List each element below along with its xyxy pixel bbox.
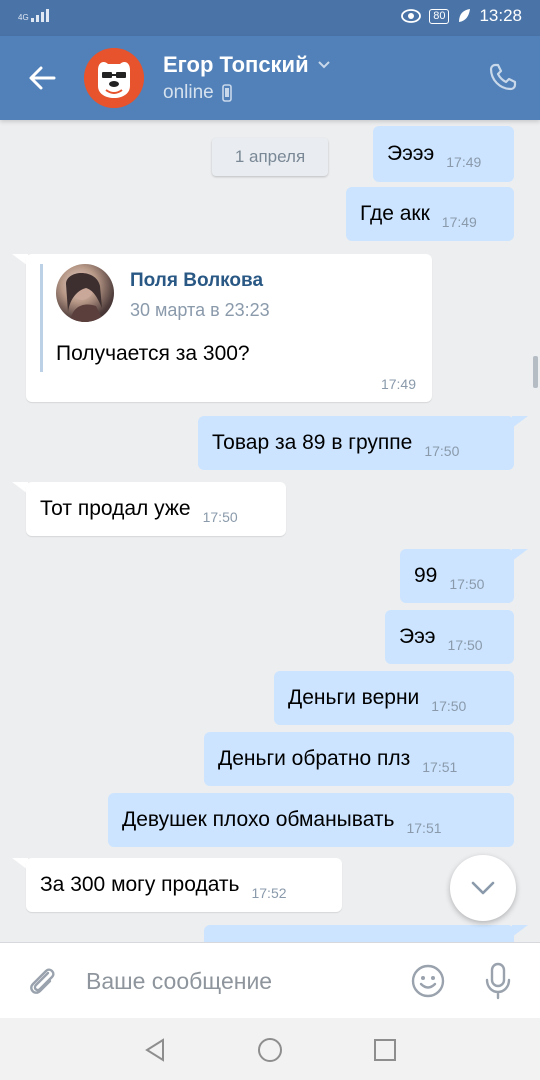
outgoing-message[interactable]: Товар за 89 в группе 17:50 bbox=[198, 416, 514, 470]
message-text: Ээээ bbox=[387, 142, 435, 165]
message-text: За 300 могу продать bbox=[40, 873, 240, 896]
message-text: 99 bbox=[414, 564, 438, 587]
nav-home-button[interactable] bbox=[255, 1035, 285, 1065]
nav-recents-button[interactable] bbox=[370, 1035, 400, 1065]
date-divider: 1 апреля bbox=[212, 138, 328, 176]
message-time: 17:50 bbox=[431, 698, 467, 714]
battery-icon: 80 bbox=[429, 8, 450, 24]
forwarded-text: Получается за 300? bbox=[56, 342, 250, 365]
message-list[interactable]: 1 апреля Ээээ 17:49 Где акк 17:49 Поля В… bbox=[0, 120, 540, 942]
paperclip-icon[interactable] bbox=[24, 963, 60, 999]
network-indicator: 4G bbox=[18, 8, 49, 22]
message-text: Товар за 89 в группе bbox=[212, 431, 413, 454]
outgoing-message[interactable]: Где акк 17:49 bbox=[346, 187, 514, 241]
message-time: 17:50 bbox=[447, 637, 483, 653]
message-text: Эээ bbox=[399, 625, 436, 648]
emoji-icon[interactable] bbox=[410, 963, 446, 999]
contact-name-row[interactable]: Егор Топский bbox=[163, 52, 331, 78]
quote-bar bbox=[40, 264, 43, 372]
scrollbar[interactable] bbox=[533, 356, 538, 388]
message-text: Деньги верни bbox=[288, 686, 420, 709]
message-time: 17:50 bbox=[202, 509, 238, 525]
system-navigation-bar bbox=[0, 1018, 540, 1080]
outgoing-message[interactable]: 99 17:50 bbox=[400, 549, 514, 603]
incoming-message[interactable]: За 300 могу продать 17:52 bbox=[26, 858, 342, 912]
forwarded-date: 30 марта в 23:23 bbox=[130, 300, 270, 320]
bubble-tail bbox=[512, 925, 528, 937]
chevron-down-icon bbox=[471, 881, 495, 895]
triangle-back-icon bbox=[145, 1038, 164, 1062]
message-time: 17:49 bbox=[446, 154, 482, 170]
outgoing-message[interactable]: Девушек плохо обманывать 17:51 bbox=[108, 793, 514, 847]
forwarded-message[interactable]: Поля Волкова 30 марта в 23:23 Получается… bbox=[26, 254, 432, 402]
back-arrow-icon[interactable] bbox=[26, 62, 58, 94]
message-time: 17:50 bbox=[449, 576, 485, 592]
leaf-icon bbox=[459, 9, 471, 22]
incoming-message[interactable]: Тот продал уже 17:50 bbox=[26, 482, 286, 536]
eye-icon bbox=[401, 9, 422, 23]
outgoing-message-partial[interactable] bbox=[204, 925, 514, 942]
square-recents-icon bbox=[374, 1039, 396, 1061]
contact-name: Егор Топский bbox=[163, 52, 309, 77]
outgoing-message[interactable]: Деньги обратно плз 17:51 bbox=[204, 732, 514, 786]
mobile-phone-icon bbox=[221, 84, 232, 102]
chevron-down-icon bbox=[317, 61, 330, 69]
contact-status: online bbox=[163, 82, 232, 104]
signal-icon bbox=[30, 8, 49, 22]
phone-call-icon[interactable] bbox=[488, 62, 518, 92]
message-text: Где акк bbox=[360, 202, 430, 225]
message-time: 17:51 bbox=[406, 820, 442, 836]
forwarded-author-avatar[interactable] bbox=[56, 264, 114, 322]
status-bar: 4G 80 13:28 bbox=[0, 0, 540, 36]
message-time: 17:49 bbox=[380, 376, 416, 392]
message-text: Деньги обратно плз bbox=[218, 747, 411, 770]
message-text: Девушек плохо обманывать bbox=[122, 808, 395, 831]
message-time: 17:52 bbox=[251, 885, 287, 901]
scroll-to-bottom-button[interactable] bbox=[450, 855, 516, 921]
network-type: 4G bbox=[18, 13, 29, 22]
clock: 13:28 bbox=[479, 6, 522, 25]
bubble-tail bbox=[512, 416, 528, 428]
bulldog-avatar-icon bbox=[84, 48, 144, 108]
message-time: 17:51 bbox=[422, 759, 458, 775]
forwarded-author-name[interactable]: Поля Волкова bbox=[130, 270, 263, 292]
message-time: 17:49 bbox=[441, 214, 477, 230]
contact-avatar[interactable] bbox=[84, 48, 144, 108]
nav-back-button[interactable] bbox=[140, 1035, 170, 1065]
outgoing-message[interactable]: Ээээ 17:49 bbox=[373, 126, 514, 182]
outgoing-message[interactable]: Эээ 17:50 bbox=[385, 610, 514, 664]
chat-header: Егор Топский online bbox=[0, 36, 540, 120]
author-photo-icon bbox=[66, 272, 104, 322]
circle-home-icon bbox=[258, 1038, 282, 1062]
message-input[interactable] bbox=[86, 961, 386, 1001]
message-composer bbox=[0, 942, 540, 1018]
bubble-tail bbox=[512, 549, 528, 561]
message-text: Тот продал уже bbox=[40, 497, 191, 520]
microphone-icon[interactable] bbox=[482, 961, 514, 1001]
message-time: 17:50 bbox=[424, 443, 460, 459]
online-status: online bbox=[163, 82, 214, 103]
outgoing-message[interactable]: Деньги верни 17:50 bbox=[274, 671, 514, 725]
